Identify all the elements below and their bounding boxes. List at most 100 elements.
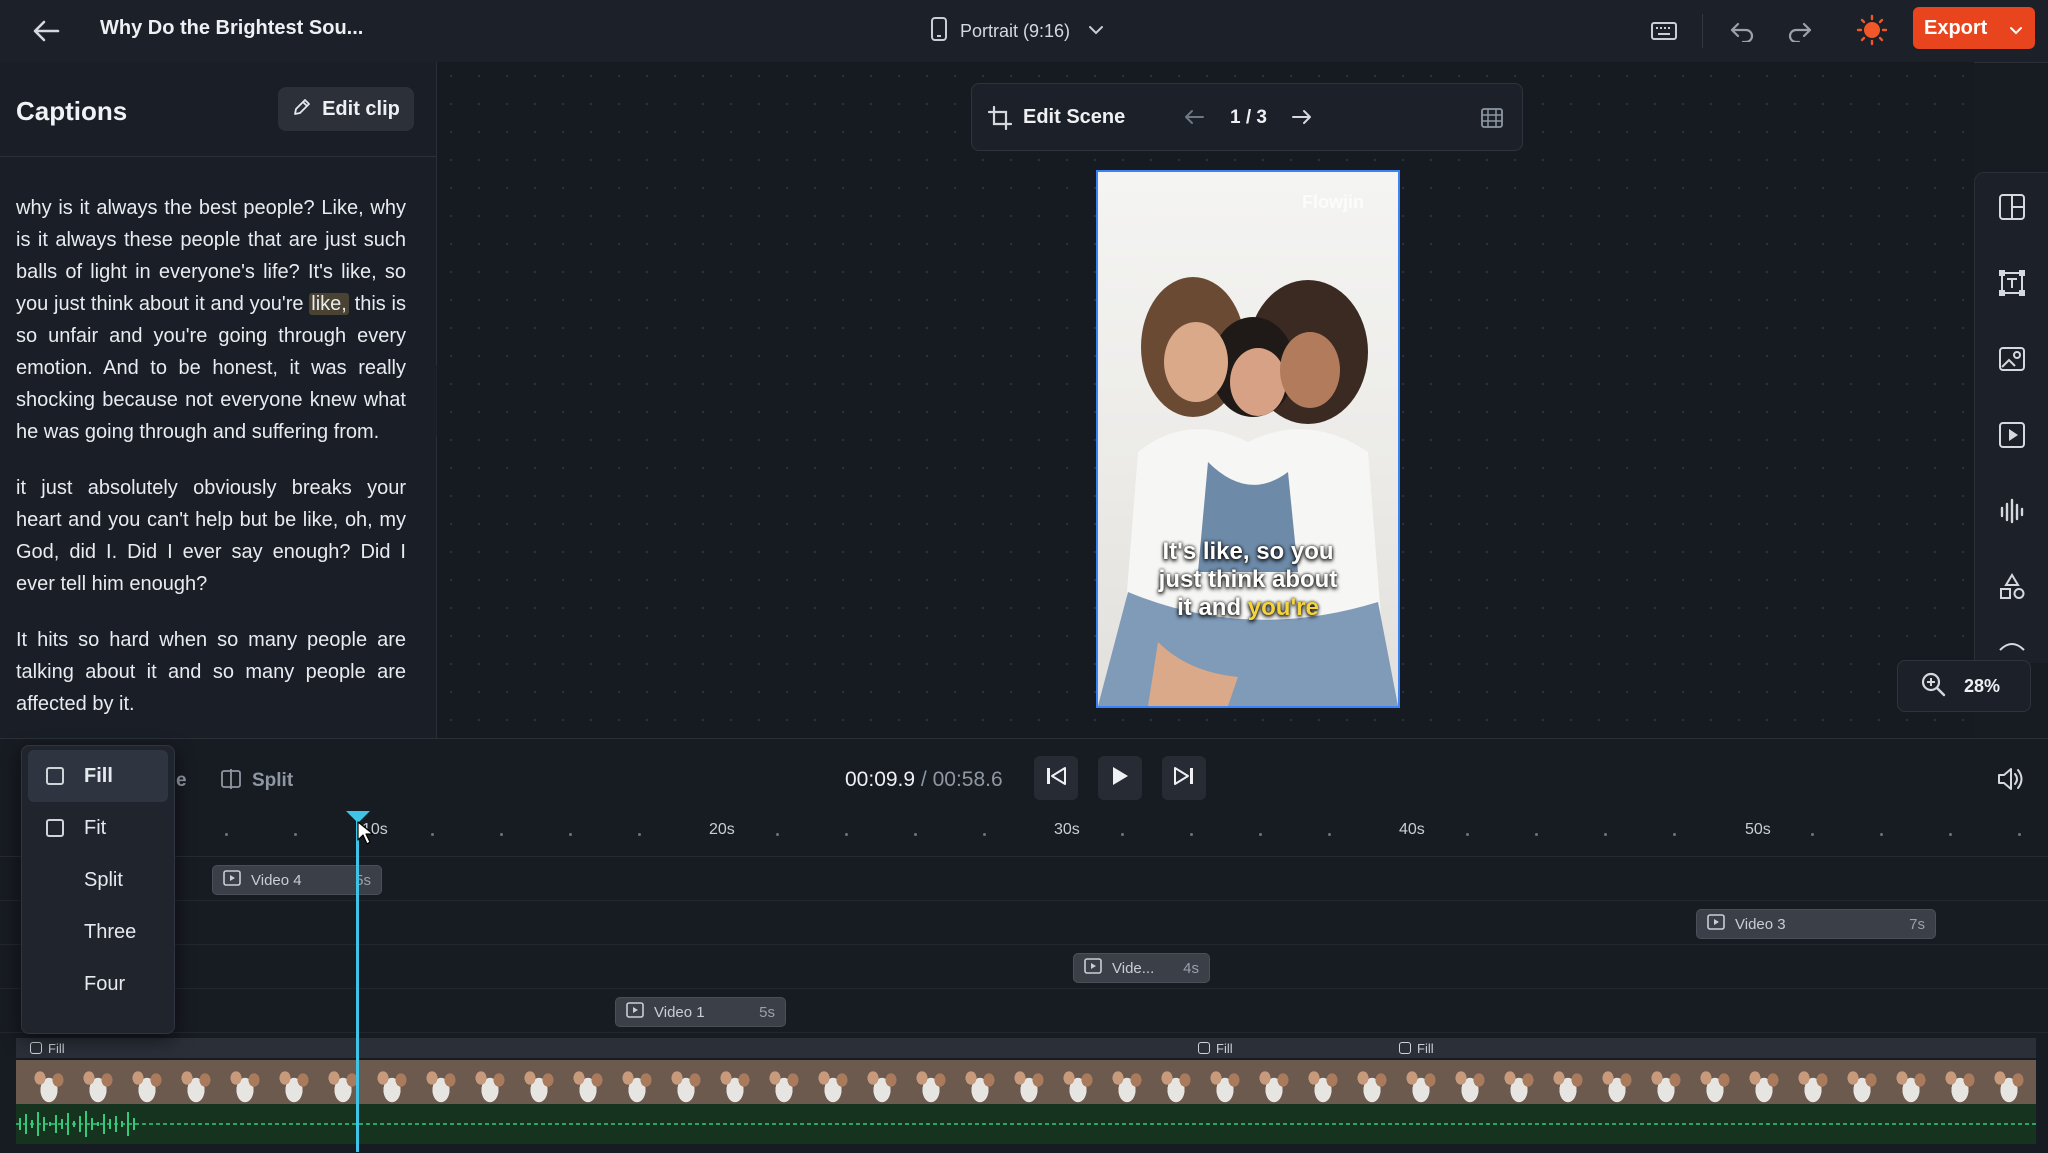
segment-label[interactable]: Fill [30, 1040, 65, 1056]
track-divider [0, 856, 2048, 857]
ruler-label: 40s [1399, 821, 1425, 838]
video-preview[interactable]: Flowjin It's like, so you just think abo… [1096, 170, 1400, 708]
zoom-in-icon[interactable] [1920, 671, 1946, 702]
clip-label: Video 1 [654, 1003, 705, 1021]
caption-overlay[interactable]: It's like, so you just think about it an… [1098, 538, 1398, 622]
timeline-clip[interactable]: Vide... 4s [1073, 953, 1210, 983]
project-title[interactable]: Why Do the Brightest Sou... [100, 17, 363, 40]
ruler-tick [914, 833, 917, 836]
audio-waveform-track[interactable] [16, 1104, 2036, 1144]
transcript-paragraph: why is it always the best people? Like, … [16, 192, 406, 448]
transcript-current-word[interactable]: like, [309, 293, 349, 315]
menu-item-three[interactable]: Three [32, 906, 164, 958]
menu-item-split[interactable]: Split [32, 854, 164, 906]
track-divider [0, 988, 2048, 989]
format-label: Portrait (9:16) [960, 20, 1071, 41]
transcript-text: this is so unfair and you're going throu… [16, 293, 406, 443]
prev-scene-arrow-icon[interactable] [1183, 108, 1205, 131]
timeline-clip[interactable]: Video 1 5s [615, 997, 786, 1027]
captions-panel: Captions Edit clip why is it always the … [0, 62, 437, 738]
checkbox-icon [1399, 1042, 1411, 1054]
ruler-tick [569, 833, 572, 836]
export-button[interactable]: Export [1913, 7, 2035, 49]
redo-icon[interactable] [1784, 15, 1816, 47]
caption-word: it and [1177, 594, 1248, 621]
ruler-tick [845, 833, 848, 836]
chevron-down-icon[interactable] [2009, 23, 2023, 41]
segment-label[interactable]: Fill [1399, 1040, 1434, 1056]
undo-icon[interactable] [1726, 15, 1758, 47]
play-icon [1110, 765, 1130, 792]
edit-scene-button[interactable]: Edit Scene [1023, 106, 1125, 129]
back-arrow-icon[interactable] [28, 14, 64, 48]
skip-forward-button[interactable] [1162, 756, 1206, 800]
audio-waveform [16, 1111, 2036, 1137]
menu-item-label: Three [84, 920, 137, 943]
checkbox-icon [30, 1042, 42, 1054]
timeline-clip[interactable]: Video 3 7s [1696, 909, 1936, 939]
checkbox-icon[interactable] [46, 767, 64, 785]
image-icon[interactable] [1996, 343, 2028, 375]
ruler-tick [1121, 833, 1124, 836]
segment-label-text: Fill [48, 1040, 65, 1056]
crop-icon[interactable] [987, 105, 1013, 135]
menu-item-four[interactable]: Four [32, 958, 164, 1010]
track-divider [0, 1032, 2048, 1033]
theme-sun-icon[interactable] [1854, 12, 1890, 48]
menu-item-label: Split [84, 868, 123, 891]
caption-line: it and you're [1098, 594, 1398, 622]
panel-title: Captions [16, 96, 128, 126]
segment-label[interactable]: Fill [1198, 1040, 1233, 1056]
caption-current-word: you're [1247, 594, 1319, 621]
menu-item-label: Four [84, 972, 126, 995]
export-label: Export [1924, 16, 1988, 39]
top-bar: Why Do the Brightest Sou... Portrait (9:… [0, 0, 2048, 63]
next-scene-arrow-icon[interactable] [1291, 108, 1313, 131]
watermark-logo: Flowjin [1302, 192, 1364, 212]
track-divider [0, 944, 2048, 945]
layout-dropdown-menu: Fill Fit Split Three Four [21, 745, 175, 1034]
ruler-tick [1190, 833, 1193, 836]
split-button[interactable]: Split [220, 768, 293, 794]
ruler-tick [1259, 833, 1262, 836]
audio-icon[interactable] [1996, 495, 2028, 527]
ruler-tick [1673, 833, 1676, 836]
edit-clip-label: Edit clip [322, 97, 400, 120]
skip-back-button[interactable] [1034, 756, 1078, 800]
video-clip-icon [223, 870, 241, 890]
text-icon[interactable] [1996, 267, 2028, 299]
playhead[interactable] [356, 812, 359, 1152]
ruler-tick [1949, 833, 1952, 836]
ruler-tick [1880, 833, 1883, 836]
ruler-tick [294, 833, 297, 836]
menu-item-fit[interactable]: Fit [32, 802, 164, 854]
video-icon[interactable] [1996, 419, 2028, 451]
menu-item-fill[interactable]: Fill [28, 750, 168, 802]
ruler-label: 20s [709, 821, 735, 838]
keyboard-icon[interactable] [1648, 15, 1680, 47]
mouse-cursor-icon [356, 820, 374, 851]
split-label: Split [252, 770, 294, 791]
track-divider [0, 900, 2048, 901]
ruler-tick [1604, 833, 1607, 836]
play-button[interactable] [1098, 756, 1142, 800]
clip-duration: 5s [759, 1003, 775, 1021]
edit-clip-button[interactable]: Edit clip [278, 87, 414, 131]
ruler-tick [1466, 833, 1469, 836]
format-selector[interactable]: Portrait (9:16) [930, 12, 1104, 50]
transcript[interactable]: why is it always the best people? Like, … [16, 192, 406, 726]
layout-icon[interactable] [1996, 191, 2028, 223]
transcript-paragraph: It hits so hard when so many people are … [16, 629, 406, 715]
video-thumbnail-strip[interactable] [16, 1060, 2036, 1104]
more-tools-icon[interactable] [1996, 643, 2028, 661]
transcript-paragraph: it just absolutely obviously breaks your… [16, 477, 406, 595]
checkbox-icon[interactable] [46, 819, 64, 837]
scene-grid-icon[interactable] [1481, 108, 1503, 133]
ruler-tick [1328, 833, 1331, 836]
ruler-tick [983, 833, 986, 836]
zoom-control[interactable]: 28% [1897, 660, 2031, 712]
volume-icon[interactable] [1996, 766, 2026, 797]
people-photo [1098, 277, 1398, 706]
shapes-icon[interactable] [1996, 571, 2028, 603]
time-separator: / [915, 768, 933, 791]
